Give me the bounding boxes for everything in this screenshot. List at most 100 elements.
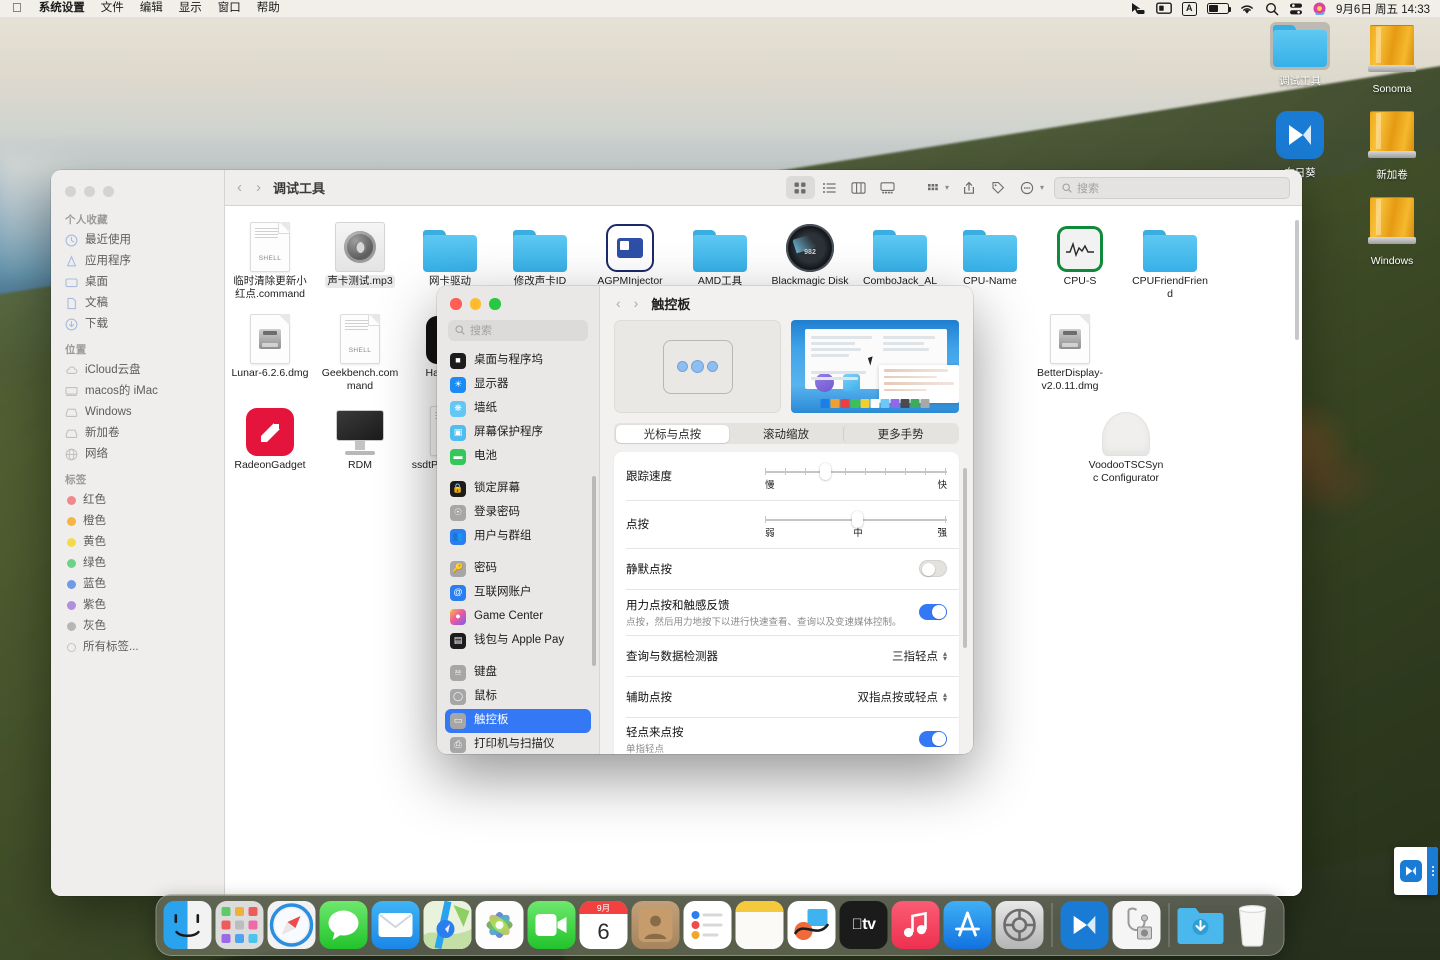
- close-button[interactable]: [450, 298, 462, 310]
- sidebar-tag-purple[interactable]: 紫色: [51, 595, 224, 616]
- menu-item-edit[interactable]: 编辑: [132, 0, 171, 17]
- sidebar-item-desktop[interactable]: 桌面: [51, 272, 224, 293]
- sidebar-item-documents[interactable]: 文稿: [51, 293, 224, 314]
- settings-nav-list[interactable]: ■ 桌面与程序坞 ☀ 显示器 ❋ 墙纸 ▣ 屏幕保护程序 ▬ 电池 🔒 锁定屏幕…: [437, 349, 599, 755]
- forward-chevron-icon[interactable]: ›: [634, 295, 639, 311]
- dock-item-contacts[interactable]: [631, 901, 680, 949]
- lookup-popup-button[interactable]: 三指轻点 ▴ ▾: [892, 648, 947, 664]
- file-item[interactable]: CPU-S: [1039, 220, 1121, 300]
- dock-item-facetime[interactable]: [527, 901, 576, 949]
- sidebar-item-downloads[interactable]: 下载: [51, 314, 224, 335]
- tap-to-click-toggle[interactable]: [919, 730, 947, 748]
- settings-sidebar-scrollbar[interactable]: [592, 476, 596, 666]
- silent-clicking-toggle[interactable]: [919, 560, 947, 577]
- control-center-icon[interactable]: [1289, 2, 1303, 16]
- back-icon[interactable]: ‹: [237, 179, 242, 196]
- sidebar-item-windows-drive[interactable]: Windows: [51, 402, 224, 423]
- dock[interactable]: 9月 6 tv: [155, 894, 1285, 956]
- dock-item-safari[interactable]: [267, 901, 316, 949]
- close-button[interactable]: [65, 186, 76, 197]
- sunlogin-icon[interactable]: [1394, 847, 1427, 895]
- menu-item-help[interactable]: 帮助: [249, 0, 288, 17]
- dock-item-appletv[interactable]: tv: [839, 901, 888, 949]
- minimize-button[interactable]: [84, 186, 95, 197]
- desktop-icon-debug-tools[interactable]: 调试工具: [1258, 22, 1342, 88]
- force-click-toggle[interactable]: [919, 603, 947, 621]
- sidebar-item-recents[interactable]: 最近使用: [51, 230, 224, 251]
- finder-traffic-lights[interactable]: [51, 176, 224, 205]
- chevron-up-down-icon[interactable]: ▴ ▾: [943, 649, 947, 662]
- dock-item-launchpad[interactable]: [215, 901, 264, 949]
- tracking-speed-slider[interactable]: 慢 快: [765, 461, 947, 491]
- sidebar-tag-gray[interactable]: 灰色: [51, 616, 224, 637]
- dock-item-notes[interactable]: [735, 901, 784, 949]
- sidebar-item-wallpaper[interactable]: ❋ 墙纸: [445, 397, 591, 421]
- airplay-cursor-icon[interactable]: [1131, 2, 1146, 16]
- slider-track[interactable]: [765, 463, 947, 481]
- dock-item-maps[interactable]: [423, 901, 472, 949]
- dock-item-trash[interactable]: [1229, 901, 1277, 949]
- chevron-up-down-icon[interactable]: ▴ ▾: [943, 690, 947, 703]
- file-item[interactable]: 声卡测试.mp3: [319, 220, 401, 300]
- menu-item-view[interactable]: 显示: [171, 0, 210, 17]
- desktop-icon-new-volume[interactable]: 新加卷: [1350, 108, 1434, 182]
- sidebar-item-users-groups[interactable]: 👥 用户与群组: [445, 525, 591, 549]
- sidebar-item-login-password[interactable]: ☉ 登录密码: [445, 501, 591, 525]
- sidebar-item-icloud[interactable]: iCloud云盘: [51, 360, 224, 381]
- sidebar-item-wallet-apple-pay[interactable]: ▤ 钱包与 Apple Pay: [445, 629, 591, 653]
- sidebar-item-passwords[interactable]: 🔑 密码: [445, 557, 591, 581]
- desktop-icon-windows[interactable]: Windows: [1350, 194, 1434, 268]
- slider-knob[interactable]: [819, 463, 831, 481]
- icon-view-icon[interactable]: [785, 176, 815, 199]
- gesture-video-preview[interactable]: [791, 320, 959, 413]
- file-item[interactable]: VoodooTSCSync Configurator: [1085, 404, 1167, 484]
- more-actions-icon[interactable]: [1013, 176, 1042, 199]
- menu-item-window[interactable]: 窗口: [210, 0, 249, 17]
- sidebar-item-displays[interactable]: ☀ 显示器: [445, 373, 591, 397]
- dock-item-music[interactable]: [891, 901, 940, 949]
- settings-scrollbar[interactable]: [963, 468, 967, 648]
- trackpad-tab-bar[interactable]: 光标与点按 滚动缩放 更多手势: [614, 423, 959, 444]
- menu-item-file[interactable]: 文件: [93, 0, 132, 17]
- search-icon[interactable]: [1265, 2, 1279, 16]
- dock-item-appstore[interactable]: [943, 901, 992, 949]
- sidebar-item-network[interactable]: 网络: [51, 444, 224, 465]
- sidebar-item-keyboard[interactable]: ⎂ 键盘: [445, 661, 591, 685]
- back-chevron-icon[interactable]: ‹: [616, 295, 621, 311]
- menu-bar-clock[interactable]: 9月6日 周五 14:33: [1336, 1, 1430, 17]
- sidebar-item-battery[interactable]: ▬ 电池: [445, 445, 591, 469]
- sidebar-item-lock-screen[interactable]: 🔒 锁定屏幕: [445, 477, 591, 501]
- sidebar-tag-orange[interactable]: 橙色: [51, 511, 224, 532]
- window-traffic-lights[interactable]: [437, 286, 599, 318]
- list-view-icon[interactable]: [815, 176, 844, 199]
- sidebar-tag-blue[interactable]: 蓝色: [51, 574, 224, 595]
- share-icon[interactable]: [955, 176, 984, 199]
- secondary-click-popup-button[interactable]: 双指点按或轻点 ▴ ▾: [857, 689, 947, 705]
- finder-nav-buttons[interactable]: ‹ ›: [237, 179, 273, 196]
- input-source-icon[interactable]: A: [1181, 1, 1198, 16]
- sunlogin-floating-widget[interactable]: [1394, 847, 1438, 895]
- sidebar-item-trackpad[interactable]: ▭ 触控板: [445, 708, 591, 733]
- dock-item-sunlogin[interactable]: [1060, 901, 1108, 949]
- widget-more-icon[interactable]: [1427, 847, 1438, 895]
- finder-toolbar[interactable]: ‹ › 调试工具 ▾ ▾ 搜索: [225, 170, 1302, 206]
- file-item[interactable]: Lunar-6.2.6.dmg: [229, 312, 311, 392]
- wifi-icon[interactable]: [1239, 2, 1255, 16]
- dock-item-calendar[interactable]: 9月 6: [579, 901, 628, 949]
- sidebar-item-desktop-dock[interactable]: ■ 桌面与程序坞: [445, 349, 591, 373]
- file-item[interactable]: BetterDisplay-v2.0.11.dmg: [1029, 312, 1111, 392]
- sidebar-item-screensaver[interactable]: ▣ 屏幕保护程序: [445, 421, 591, 445]
- dock-item-messages[interactable]: [319, 901, 368, 949]
- minimize-button[interactable]: [469, 298, 481, 310]
- file-item[interactable]: SHELL 临时清除更新小红点.command: [229, 220, 311, 300]
- sidebar-item-printers-scanners[interactable]: ⎙ 打印机与扫描仪: [445, 733, 591, 755]
- dock-item-mail[interactable]: [371, 901, 420, 949]
- dock-item-system-settings[interactable]: [995, 901, 1044, 949]
- tab-more-gestures[interactable]: 更多手势: [842, 424, 958, 443]
- sidebar-item-imac[interactable]: macos的 iMac: [51, 381, 224, 402]
- zoom-button[interactable]: [489, 298, 501, 310]
- dock-item-reminders[interactable]: [683, 901, 732, 949]
- finder-scrollbar[interactable]: [1295, 220, 1299, 340]
- sidebar-item-internet-accounts[interactable]: @ 互联网账户: [445, 581, 591, 605]
- dock-item-freeform[interactable]: [787, 901, 836, 949]
